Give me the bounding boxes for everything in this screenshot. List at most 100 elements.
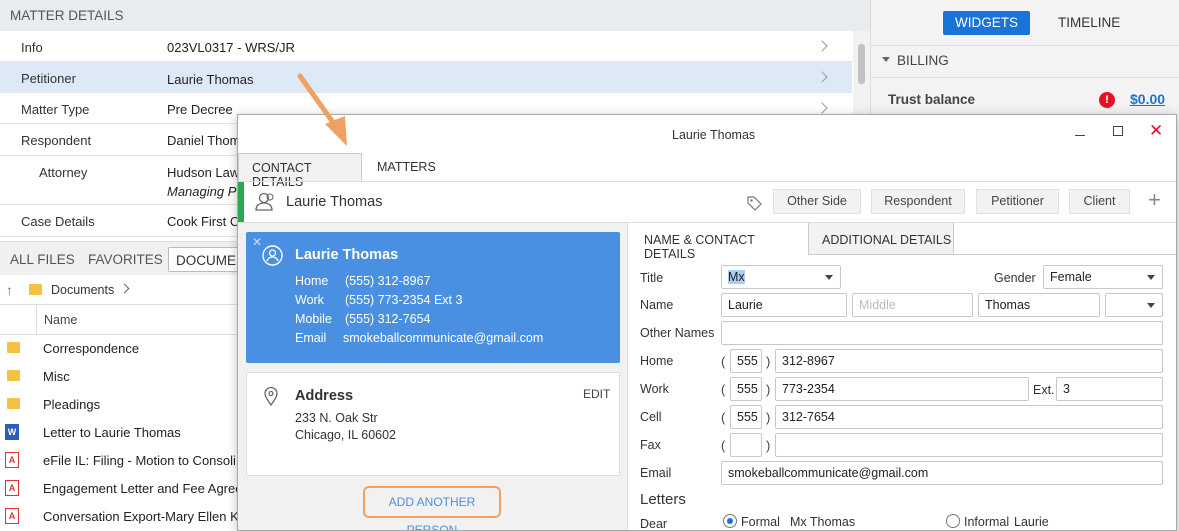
cell-number-input[interactable]: 312-7654 [775, 405, 1163, 429]
pdf-icon: A [5, 452, 19, 468]
folder-icon [7, 398, 20, 409]
row-value: 023VL0317 - WRS/JR [167, 40, 295, 55]
informal-label: Informal [964, 515, 1010, 529]
trust-balance-label: Trust balance [888, 92, 976, 107]
home-number-input[interactable]: 312-8967 [775, 349, 1163, 373]
tab-documents[interactable]: DOCUMEN [168, 247, 248, 272]
row-value: Hudson Law [167, 165, 240, 180]
tab-widgets[interactable]: WIDGETS [943, 11, 1030, 35]
maximize-icon[interactable] [1113, 126, 1123, 136]
card-home-label: Home [295, 274, 329, 288]
middle-name-input[interactable]: Middle [852, 293, 973, 317]
fax-number-input[interactable] [775, 433, 1163, 457]
gender-select[interactable]: Female [1043, 265, 1163, 289]
role-button-petitioner[interactable]: Petitioner [976, 189, 1059, 214]
formal-label: Formal [741, 515, 780, 529]
cell-area-input[interactable]: 555 [730, 405, 762, 429]
informal-radio[interactable] [946, 514, 960, 528]
formal-radio[interactable] [723, 514, 737, 528]
dialog-title: Laurie Thomas [672, 128, 756, 142]
tag-icon[interactable] [747, 196, 762, 211]
contact-name: Laurie Thomas [286, 194, 383, 210]
matter-details-title: MATTER DETAILS [10, 8, 124, 23]
last-name-input[interactable]: Thomas [978, 293, 1100, 317]
person-icon [254, 192, 276, 211]
pdf-icon: A [5, 480, 19, 496]
list-item[interactable]: Correspondence [43, 341, 139, 356]
card-mobile-value: (555) 312-7654 [345, 312, 431, 326]
chevron-right-icon [119, 283, 130, 294]
row-value: Pre Decree [167, 102, 233, 117]
row-value: Cook First C [167, 214, 240, 229]
trust-balance-value[interactable]: $0.00 [1130, 91, 1165, 107]
row-label: Matter Type [21, 102, 90, 117]
card-name: Laurie Thomas [295, 247, 399, 263]
list-item[interactable]: Pleadings [43, 397, 100, 412]
first-name-input[interactable]: Laurie [721, 293, 847, 317]
callout-arrow [297, 73, 347, 146]
title-select[interactable]: Mx [721, 265, 841, 289]
add-another-person-button[interactable]: ADD ANOTHER PERSON [363, 486, 501, 530]
name-label: Name [640, 298, 674, 312]
add-role-icon[interactable]: + [1148, 187, 1161, 213]
folder-icon [7, 342, 20, 353]
other-names-label: Other Names [640, 326, 715, 340]
chevron-right-icon [816, 71, 828, 83]
email-input[interactable]: smokeballcommunicate@gmail.com [721, 461, 1163, 485]
address-edit-button[interactable]: EDIT [583, 387, 610, 401]
work-area-input[interactable]: 555 [730, 377, 762, 401]
tab-contact-details[interactable]: CONTACT DETAILS [238, 153, 362, 189]
location-pin-icon [264, 386, 278, 407]
breadcrumb-documents[interactable]: Documents [51, 283, 114, 297]
work-number-input[interactable]: 773-2354 [775, 377, 1029, 401]
tab-matters[interactable]: MATTERS [377, 160, 436, 174]
list-item[interactable]: eFile IL: Filing - Motion to Consoli [43, 453, 236, 468]
row-value: Laurie Thomas [167, 72, 254, 87]
list-item[interactable]: Misc [43, 369, 70, 384]
folder-icon [29, 284, 42, 295]
other-names-input[interactable] [721, 321, 1163, 345]
row-subvalue: Managing P [167, 184, 237, 199]
arrow-up-icon[interactable]: ↑ [6, 282, 13, 298]
list-item[interactable]: Engagement Letter and Fee Agree [43, 481, 242, 496]
tab-favorites[interactable]: FAVORITES [88, 252, 163, 267]
suffix-select[interactable] [1105, 293, 1163, 317]
home-area-input[interactable]: 555 [730, 349, 762, 373]
tab-timeline[interactable]: TIMELINE [1058, 15, 1120, 30]
tab-all-files[interactable]: ALL FILES [10, 252, 75, 267]
fax-area-input[interactable] [730, 433, 762, 457]
close-icon[interactable]: ✕ [1149, 121, 1163, 141]
matter-row-info[interactable]: Info 023VL0317 - WRS/JR [0, 31, 852, 62]
collapse-arrow-icon[interactable] [882, 57, 890, 62]
role-indicator [238, 182, 244, 222]
home-label: Home [640, 354, 674, 368]
role-button-other-side[interactable]: Other Side [773, 189, 861, 214]
dear-label: Dear [640, 517, 668, 531]
list-item[interactable]: Letter to Laurie Thomas [43, 425, 181, 440]
row-value: Daniel Thom [167, 133, 241, 148]
ext-input[interactable]: 3 [1056, 377, 1163, 401]
row-label: Info [21, 40, 43, 55]
email-label: Email [640, 466, 672, 480]
contact-card[interactable]: ✕ Laurie Thomas Home (555) 312-8967 Work… [246, 232, 620, 363]
minimize-icon[interactable] [1075, 135, 1085, 136]
word-doc-icon: W [5, 424, 19, 440]
role-button-client[interactable]: Client [1069, 189, 1130, 214]
files-column-header[interactable]: Name [0, 305, 240, 335]
letters-heading: Letters [640, 491, 686, 508]
tab-name-contact-details[interactable]: NAME & CONTACT DETAILS [630, 223, 809, 261]
role-button-respondent[interactable]: Respondent [871, 189, 965, 214]
list-item[interactable]: Conversation Export-Mary Ellen Ke [43, 509, 246, 524]
row-label: Case Details [21, 214, 95, 229]
informal-value: Laurie [1014, 515, 1049, 529]
matter-details-header: MATTER DETAILS [0, 0, 870, 31]
column-name: Name [44, 313, 78, 327]
remove-icon[interactable]: ✕ [252, 235, 262, 249]
chevron-right-icon [816, 102, 828, 114]
billing-section-title: BILLING [897, 53, 949, 68]
tab-additional-details[interactable]: ADDITIONAL DETAILS [809, 223, 954, 255]
matter-row-petitioner[interactable]: Petitioner Laurie Thomas [0, 62, 852, 93]
folder-icon [7, 370, 20, 381]
ext-label: Ext. [1033, 383, 1055, 397]
row-label: Attorney [39, 165, 88, 180]
